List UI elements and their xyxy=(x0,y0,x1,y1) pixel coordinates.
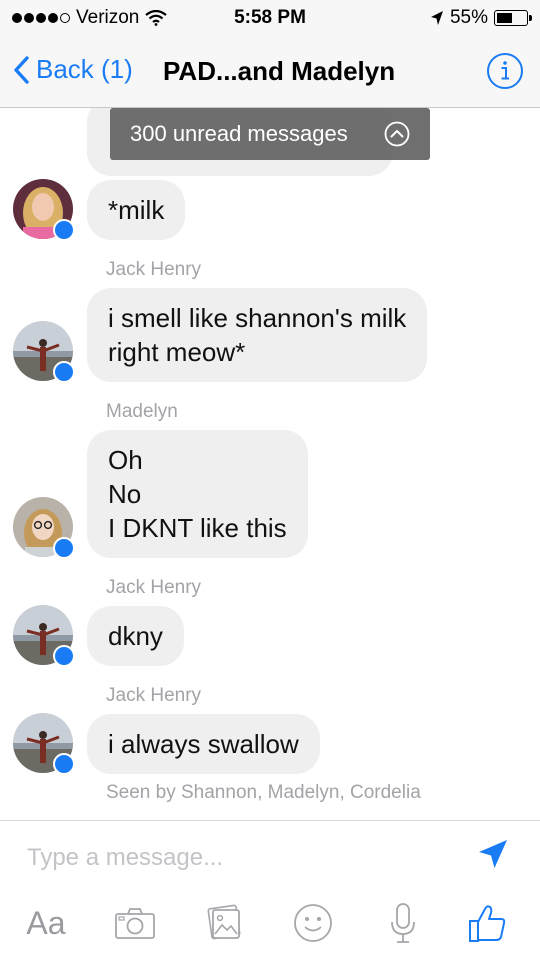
camera-icon xyxy=(115,908,155,939)
back-label: Back (1) xyxy=(36,54,133,84)
thumbs-up-icon xyxy=(469,905,506,942)
text-style-button[interactable]: Aa xyxy=(20,901,72,945)
send-arrow-icon[interactable] xyxy=(476,837,510,871)
signal-dots-icon xyxy=(12,13,70,23)
sender-name: Jack Henry xyxy=(106,685,202,706)
camera-button[interactable] xyxy=(112,901,158,945)
message-bubble[interactable]: i smell like shannon's milk right meow* xyxy=(87,288,428,382)
unread-label: 300 unread messages xyxy=(130,121,348,146)
status-bar: Verizon 5:58 PM 55% xyxy=(0,0,540,36)
chevron-left-icon xyxy=(14,55,29,84)
status-left: Verizon xyxy=(12,7,168,29)
sender-name: Madelyn xyxy=(106,401,178,422)
info-icon[interactable] xyxy=(486,52,524,90)
message-bubble[interactable]: i always swallow xyxy=(87,714,320,774)
like-button[interactable] xyxy=(464,901,510,945)
emoji-button[interactable] xyxy=(290,901,336,945)
microphone-icon xyxy=(391,903,415,943)
chevron-up-circle-icon xyxy=(384,121,410,147)
message-list[interactable]: *milk Jack Henry i smell like shannon's … xyxy=(0,108,540,820)
battery-icon xyxy=(494,10,532,26)
status-right: 55% xyxy=(430,7,532,29)
sender-name: Jack Henry xyxy=(106,577,202,598)
seen-by-receipt: Seen by Shannon, Madelyn, Cordelia xyxy=(106,782,421,803)
message-bubble[interactable]: dkny xyxy=(87,606,184,666)
message-input[interactable] xyxy=(27,843,457,873)
conversation-title: PAD...and Madelyn xyxy=(163,56,396,86)
battery-percent: 55% xyxy=(449,7,488,28)
text-style-label: Aa xyxy=(26,904,66,941)
compose-bar: Aa xyxy=(0,820,540,960)
battery-fill xyxy=(497,13,513,23)
avatar[interactable] xyxy=(13,321,75,383)
microphone-button[interactable] xyxy=(380,901,426,945)
wifi-icon xyxy=(145,10,168,26)
location-arrow-icon xyxy=(430,11,443,25)
photos-button[interactable] xyxy=(201,901,247,945)
avatar[interactable] xyxy=(13,713,75,775)
avatar[interactable] xyxy=(13,179,75,241)
sender-name: Jack Henry xyxy=(106,259,202,280)
back-button[interactable]: Back (1) xyxy=(12,54,133,85)
avatar[interactable] xyxy=(13,605,75,667)
messenger-app: Verizon 5:58 PM 55% Back (1) PAD...and M… xyxy=(0,0,540,960)
unread-messages-banner[interactable]: 300 unread messages xyxy=(110,108,430,160)
message-bubble[interactable]: *milk xyxy=(87,180,186,240)
smiley-icon xyxy=(294,904,332,942)
carrier-label: Verizon xyxy=(76,7,140,28)
message-bubble[interactable]: Oh No I DKNT like this xyxy=(87,430,308,558)
nav-bar: Back (1) PAD...and Madelyn xyxy=(0,36,540,108)
photos-icon xyxy=(207,904,241,940)
avatar[interactable] xyxy=(13,497,75,559)
